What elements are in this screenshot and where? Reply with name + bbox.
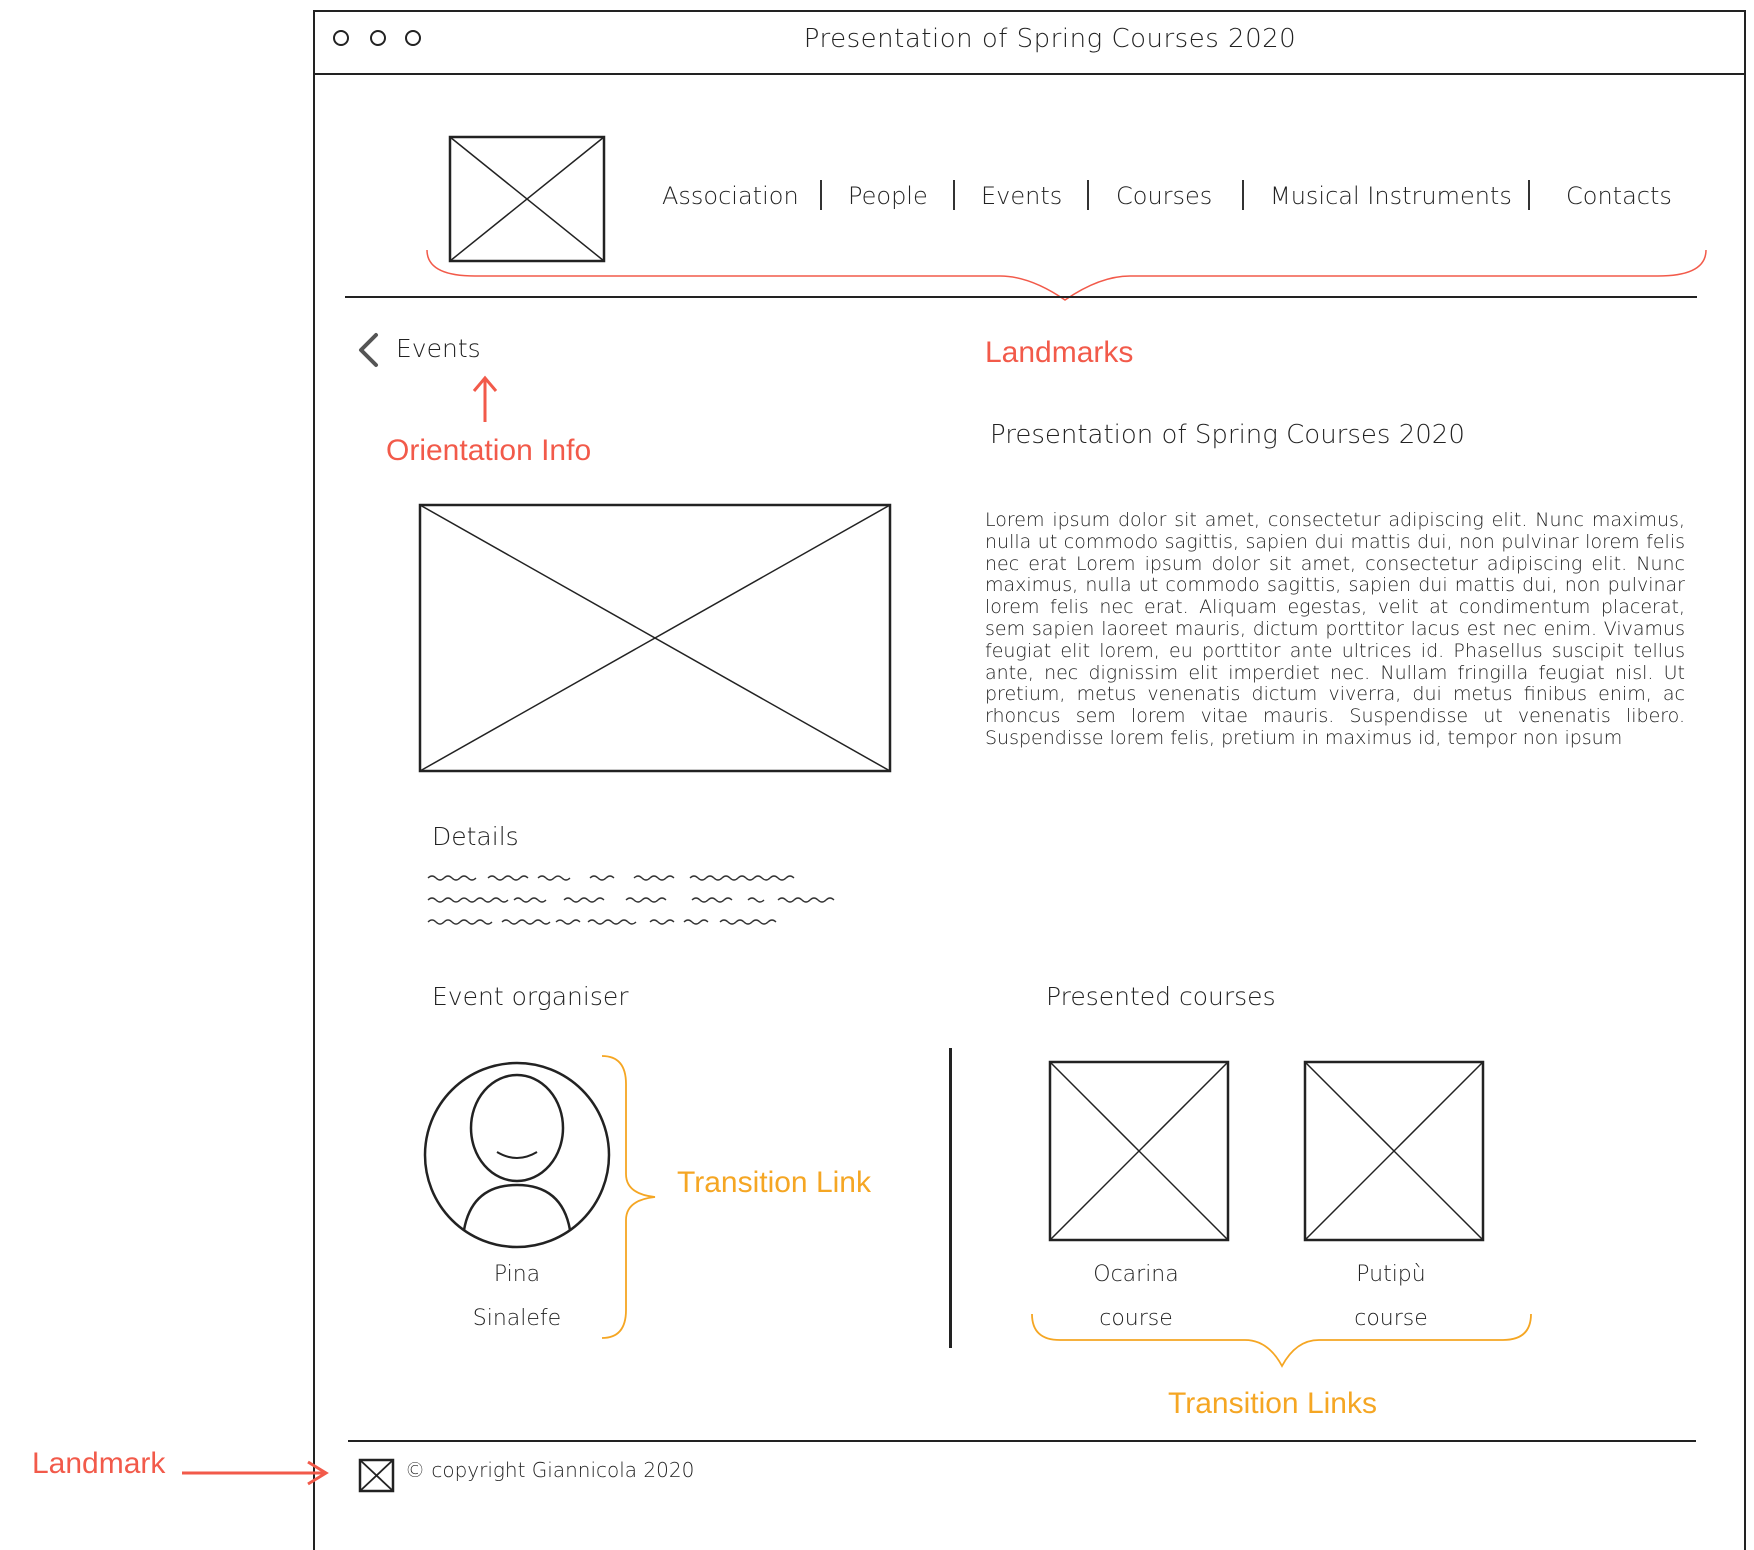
window-dot-3[interactable] xyxy=(405,30,421,46)
organiser-last-name[interactable]: Sinalefe xyxy=(417,1297,617,1341)
course-title-ocarina[interactable]: Ocarina xyxy=(1036,1253,1236,1297)
courses-heading: Presented courses xyxy=(1046,982,1276,1011)
chevron-left-icon[interactable] xyxy=(356,332,380,368)
organiser-avatar[interactable] xyxy=(422,1060,612,1250)
nav-item-courses[interactable]: Courses xyxy=(1116,182,1212,210)
details-heading: Details xyxy=(432,822,519,851)
column-divider xyxy=(949,1048,952,1348)
transition-links-brace xyxy=(1031,1313,1532,1368)
details-scribble-text xyxy=(427,875,835,925)
footer-divider xyxy=(348,1440,1696,1442)
header-divider xyxy=(345,296,1697,298)
article-body: Lorem ipsum dolor sit amet, consectetur … xyxy=(985,509,1685,749)
annotation-orientation-info: Orientation Info xyxy=(386,434,592,467)
right-arrow-icon xyxy=(182,1460,329,1486)
event-image-placeholder xyxy=(418,503,892,773)
nav-item-association[interactable]: Association xyxy=(662,182,799,210)
nav-item-events[interactable]: Events xyxy=(981,182,1062,210)
landmarks-brace xyxy=(426,249,1707,301)
organiser-first-name[interactable]: Pina xyxy=(417,1253,617,1297)
nav-separator xyxy=(1242,180,1244,210)
nav-separator xyxy=(820,180,822,210)
footer-copyright: © copyright Giannicola 2020 xyxy=(405,1458,695,1482)
logo-image-placeholder[interactable] xyxy=(448,135,606,263)
transition-link-brace xyxy=(601,1055,656,1339)
annotation-landmarks: Landmarks xyxy=(985,336,1134,369)
nav-item-people[interactable]: People xyxy=(848,182,928,210)
footer-logo-icon xyxy=(358,1458,395,1493)
annotation-transition-links: Transition Links xyxy=(1168,1387,1377,1420)
nav-separator xyxy=(1528,180,1530,210)
putipu-course-image[interactable] xyxy=(1303,1060,1485,1242)
window-dot-1[interactable] xyxy=(333,30,349,46)
nav-separator xyxy=(1087,180,1089,210)
window-dot-2[interactable] xyxy=(370,30,386,46)
nav-item-contacts[interactable]: Contacts xyxy=(1566,182,1672,210)
ocarina-course-image[interactable] xyxy=(1048,1060,1230,1242)
course-title-putipu[interactable]: Putipù xyxy=(1291,1253,1491,1297)
article-title: Presentation of Spring Courses 2020 xyxy=(990,420,1465,450)
organiser-heading: Event organiser xyxy=(432,982,629,1011)
nav-separator xyxy=(953,180,955,210)
annotation-landmark: Landmark xyxy=(32,1447,166,1480)
nav-item-musical-instruments[interactable]: Musical Instruments xyxy=(1270,182,1512,210)
window-title: Presentation of Spring Courses 2020 xyxy=(803,24,1297,54)
breadcrumb-link[interactable]: Events xyxy=(396,334,481,363)
annotation-transition-link: Transition Link xyxy=(677,1166,871,1199)
up-arrow-icon xyxy=(472,375,498,422)
